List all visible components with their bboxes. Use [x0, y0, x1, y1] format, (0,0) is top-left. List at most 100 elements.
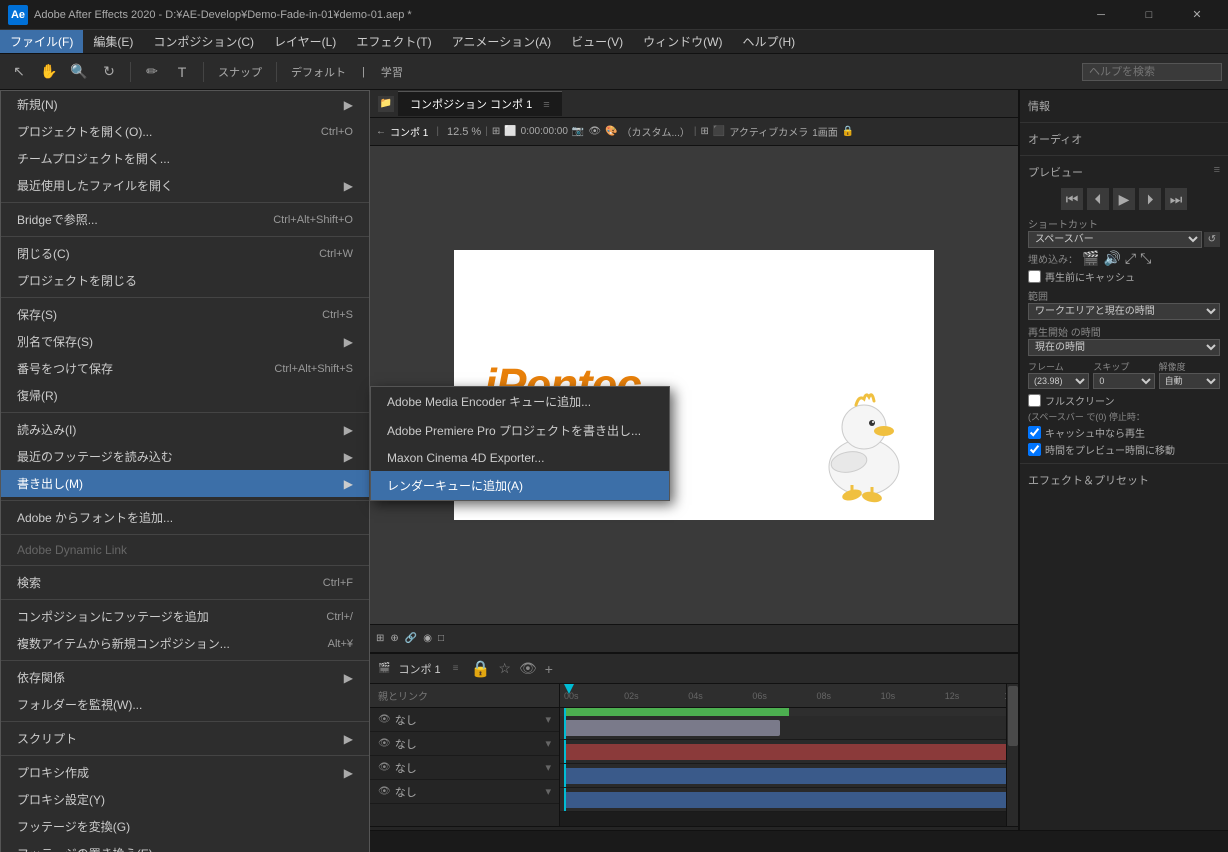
timecode-display[interactable]: 0:00:00:00 — [521, 126, 568, 137]
tl-tools-1[interactable]: ⊞ — [376, 633, 384, 644]
menu-animation[interactable]: アニメーション(A) — [442, 30, 562, 53]
menu-replace-footage[interactable]: フッテージの置き換え(E) — [1, 840, 369, 852]
menu-proxy-settings[interactable]: プロキシ設定(Y) — [1, 786, 369, 813]
preview-menu-icon[interactable]: ≡ — [1214, 164, 1220, 180]
layer-2-dropdown[interactable]: ▾ — [545, 737, 551, 750]
embed-save-btn[interactable]: ⤡ — [1140, 250, 1151, 267]
camera-label[interactable]: アクティブカメラ — [729, 124, 808, 139]
menu-create-proxy[interactable]: プロキシ作成▶ — [1, 759, 369, 786]
viewer-btn-prev[interactable]: ← — [376, 126, 386, 137]
submenu-premiere[interactable]: Adobe Premiere Pro プロジェクトを書き出し... — [371, 416, 669, 445]
embed-video-btn[interactable]: 🎬 — [1082, 250, 1099, 267]
layer-3-eye[interactable]: 👁 — [378, 762, 391, 773]
menu-new-comp-multi[interactable]: 複数アイテムから新規コンポジション...Alt+¥ — [1, 630, 369, 657]
menu-add-footage[interactable]: コンポジションにフッテージを追加Ctrl+/ — [1, 603, 369, 630]
menu-interpret-footage[interactable]: フッテージを変換(G) — [1, 813, 369, 840]
view-count[interactable]: 1画面 — [812, 124, 838, 139]
track-scrollbar[interactable] — [1006, 684, 1018, 826]
menu-import[interactable]: 読み込み(I)▶ — [1, 416, 369, 443]
prev-back-btn[interactable]: ⏴ — [1087, 188, 1109, 210]
snapshot-btn[interactable]: 📷 — [572, 126, 584, 137]
skip-select[interactable]: 0 — [1093, 373, 1154, 389]
cache-play-checkbox[interactable] — [1028, 426, 1041, 439]
menu-watch-folder[interactable]: フォルダーを監視(W)... — [1, 691, 369, 718]
shortcut-reset-btn[interactable]: ↺ — [1204, 232, 1220, 247]
menu-import-recent[interactable]: 最近のフッテージを読み込む▶ — [1, 443, 369, 470]
cache-checkbox[interactable] — [1028, 270, 1041, 283]
resolution-select[interactable]: 自動 — [1159, 373, 1220, 389]
menu-edit[interactable]: 編集(E) — [83, 30, 143, 53]
menu-view[interactable]: ビュー(V) — [561, 30, 633, 53]
maximize-button[interactable]: □ — [1126, 0, 1172, 30]
menu-save[interactable]: 保存(S)Ctrl+S — [1, 301, 369, 328]
move-time-checkbox[interactable] — [1028, 443, 1041, 456]
frame-select[interactable]: (23.98) — [1028, 373, 1089, 389]
search-input[interactable] — [1082, 63, 1222, 81]
minimize-button[interactable]: ─ — [1078, 0, 1124, 30]
tl-tools-3[interactable]: 🔗 — [405, 633, 417, 644]
tool-hand[interactable]: ✋ — [36, 59, 62, 85]
prev-play-btn[interactable]: ▶ — [1113, 188, 1135, 210]
comp-tab-active[interactable]: コンポジション コンポ 1 ≡ — [398, 91, 562, 116]
view-options-2[interactable]: ⬛ — [713, 126, 725, 137]
grid-btn[interactable]: ⊞ — [492, 126, 500, 137]
tl-eye-btn[interactable]: 👁 — [519, 660, 537, 677]
submenu-cinema4d[interactable]: Maxon Cinema 4D Exporter... — [371, 445, 669, 471]
start-select[interactable]: 現在の時間 — [1028, 339, 1220, 356]
menu-open-recent[interactable]: 最近使用したファイルを開く▶ — [1, 172, 369, 199]
tl-new-layer-btn[interactable]: + — [545, 661, 553, 677]
menu-layer[interactable]: レイヤー(L) — [264, 30, 346, 53]
menu-open-team[interactable]: チームプロジェクトを開く... — [1, 145, 369, 172]
menu-close[interactable]: 閉じる(C)Ctrl+W — [1, 240, 369, 267]
layer-1-dropdown[interactable]: ▾ — [545, 713, 551, 726]
prev-last-btn[interactable]: ⏭ — [1165, 188, 1187, 210]
tool-select[interactable]: ↖ — [6, 59, 32, 85]
menu-revert[interactable]: 復帰(R) — [1, 382, 369, 409]
close-button[interactable]: ✕ — [1174, 0, 1220, 30]
tool-rotate[interactable]: ↻ — [96, 59, 122, 85]
camera-select[interactable]: （カスタム...） — [622, 124, 690, 139]
tool-text[interactable]: T — [169, 59, 195, 85]
show-snapshot-btn[interactable]: 👁 — [588, 126, 601, 137]
menu-open-project[interactable]: プロジェクトを開く(O)...Ctrl+O — [1, 118, 369, 145]
safe-zones-btn[interactable]: ⬜ — [504, 126, 516, 137]
embed-overflow-btn[interactable]: ⤢ — [1125, 250, 1136, 267]
tl-tools-5[interactable]: □ — [438, 633, 444, 644]
layer-4-dropdown[interactable]: ▾ — [545, 785, 551, 798]
tl-solo-btn[interactable]: ☆ — [498, 660, 511, 677]
menu-scripts[interactable]: スクリプト▶ — [1, 725, 369, 752]
prev-first-btn[interactable]: ⏮ — [1061, 188, 1083, 210]
menu-dependencies[interactable]: 依存関係▶ — [1, 664, 369, 691]
layer-2-eye[interactable]: 👁 — [378, 738, 391, 749]
zoom-control[interactable]: 12.5 % — [447, 126, 481, 138]
menu-help[interactable]: ヘルプ(H) — [733, 30, 806, 53]
range-select[interactable]: ワークエリアと現在の時間 — [1028, 303, 1220, 320]
tl-tools-4[interactable]: ◉ — [423, 633, 432, 644]
menu-increment-save[interactable]: 番号をつけて保存Ctrl+Alt+Shift+S — [1, 355, 369, 382]
view-options-1[interactable]: ⊞ — [700, 126, 708, 137]
submenu-render-queue[interactable]: レンダーキューに追加(A) — [371, 471, 669, 500]
menu-search[interactable]: 検索Ctrl+F — [1, 569, 369, 596]
layer-4-eye[interactable]: 👁 — [378, 786, 391, 797]
embed-audio-btn[interactable]: 🔊 — [1103, 250, 1120, 267]
tl-lock-btn[interactable]: 🔒 — [470, 659, 490, 679]
layer-1-eye[interactable]: 👁 — [378, 714, 391, 725]
menu-comp[interactable]: コンポジション(C) — [143, 30, 264, 53]
tool-pen[interactable]: ✏ — [139, 59, 165, 85]
menu-new[interactable]: 新規(N)▶ — [1, 91, 369, 118]
menu-export[interactable]: 書き出し(M)▶ — [1, 470, 369, 497]
menu-add-font[interactable]: Adobe からフォントを追加... — [1, 504, 369, 531]
prev-fwd-btn[interactable]: ⏵ — [1139, 188, 1161, 210]
view-lock-btn[interactable]: 🔒 — [842, 126, 854, 137]
menu-save-as[interactable]: 別名で保存(S)▶ — [1, 328, 369, 355]
fullscreen-checkbox[interactable] — [1028, 394, 1041, 407]
color-picker-btn[interactable]: 🎨 — [605, 126, 617, 137]
menu-effect[interactable]: エフェクト(T) — [346, 30, 441, 53]
submenu-media-encoder[interactable]: Adobe Media Encoder キューに追加... — [371, 387, 669, 416]
menu-close-project[interactable]: プロジェクトを閉じる — [1, 267, 369, 294]
tool-zoom[interactable]: 🔍 — [66, 59, 92, 85]
tl-tools-2[interactable]: ⊕ — [390, 633, 398, 644]
shortcut-select[interactable]: スペースバー — [1028, 231, 1202, 248]
menu-file[interactable]: ファイル(F) — [0, 30, 83, 53]
menu-bridge[interactable]: Bridgeで参照...Ctrl+Alt+Shift+O — [1, 206, 369, 233]
